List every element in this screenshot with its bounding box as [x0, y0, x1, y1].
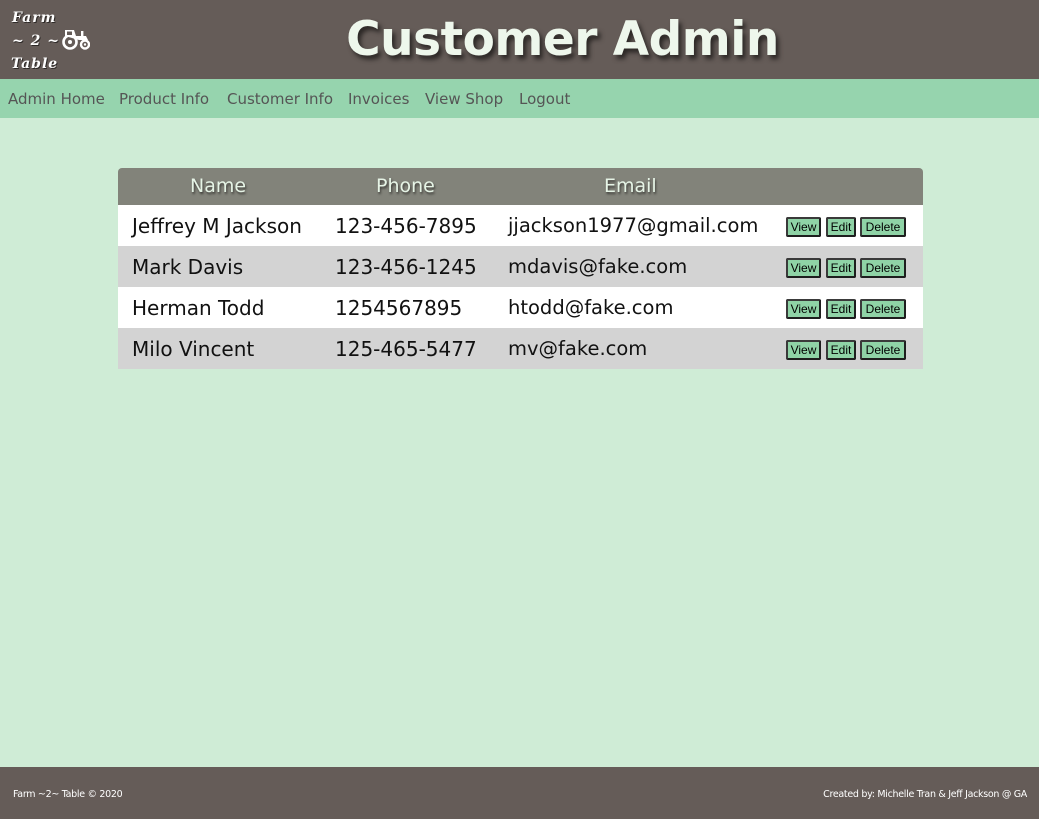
column-header-email: Email: [604, 175, 657, 197]
logo-text-farm: Farm: [12, 10, 57, 26]
customer-name: Jeffrey M Jackson: [132, 214, 302, 238]
customer-name: Mark Davis: [132, 255, 244, 279]
customer-email: htodd@fake.com: [508, 296, 674, 319]
table-row: Herman Todd 1254567895 htodd@fake.com Vi…: [118, 287, 923, 328]
nav-logout[interactable]: Logout: [519, 89, 570, 109]
view-button[interactable]: View: [786, 258, 821, 278]
customer-name: Herman Todd: [132, 296, 265, 320]
nav-customer-info[interactable]: Customer Info: [227, 89, 333, 109]
site-logo[interactable]: Farm ~ 2 ~ Table: [10, 8, 100, 76]
customer-phone: 123-456-7895: [335, 214, 477, 238]
site-footer: Farm ~2~ Table © 2020 Created by: Michel…: [0, 767, 1039, 819]
main-nav: Admin Home Product Info Customer Info In…: [0, 79, 1039, 118]
logo-text-table: Table: [11, 56, 59, 72]
nav-invoices[interactable]: Invoices: [348, 89, 409, 109]
table-header: Name Phone Email: [118, 168, 923, 205]
customer-email: mv@fake.com: [508, 337, 648, 360]
site-header: Farm ~ 2 ~ Table Customer Admin: [0, 0, 1039, 79]
edit-button[interactable]: Edit: [826, 340, 856, 360]
table-row: Milo Vincent 125-465-5477 mv@fake.com Vi…: [118, 328, 923, 369]
tractor-icon: [62, 30, 90, 50]
edit-button[interactable]: Edit: [826, 258, 856, 278]
delete-button[interactable]: Delete: [860, 299, 906, 319]
table-row: Mark Davis 123-456-1245 mdavis@fake.com …: [118, 246, 923, 287]
footer-credits: Created by: Michelle Tran & Jeff Jackson…: [823, 789, 1027, 800]
customer-name: Milo Vincent: [132, 337, 255, 361]
footer-copyright: Farm ~2~ Table © 2020: [13, 789, 123, 800]
view-button[interactable]: View: [786, 299, 821, 319]
customer-phone: 125-465-5477: [335, 337, 477, 361]
page-title: Customer Admin: [346, 12, 779, 67]
customer-email: jjackson1977@gmail.com: [508, 214, 759, 237]
view-button[interactable]: View: [786, 217, 821, 237]
nav-product-info[interactable]: Product Info: [119, 89, 209, 109]
edit-button[interactable]: Edit: [826, 217, 856, 237]
column-header-phone: Phone: [376, 175, 435, 197]
delete-button[interactable]: Delete: [860, 340, 906, 360]
table-row: Jeffrey M Jackson 123-456-7895 jjackson1…: [118, 205, 923, 246]
customer-phone: 1254567895: [335, 296, 463, 320]
edit-button[interactable]: Edit: [826, 299, 856, 319]
customer-table: Name Phone Email Jeffrey M Jackson 123-4…: [118, 168, 923, 369]
column-header-name: Name: [190, 175, 247, 197]
nav-view-shop[interactable]: View Shop: [425, 89, 503, 109]
view-button[interactable]: View: [786, 340, 821, 360]
logo-text-2: ~ 2 ~: [12, 33, 60, 49]
customer-email: mdavis@fake.com: [508, 255, 688, 278]
customer-phone: 123-456-1245: [335, 255, 477, 279]
delete-button[interactable]: Delete: [860, 258, 906, 278]
nav-admin-home[interactable]: Admin Home: [8, 89, 105, 109]
delete-button[interactable]: Delete: [860, 217, 906, 237]
